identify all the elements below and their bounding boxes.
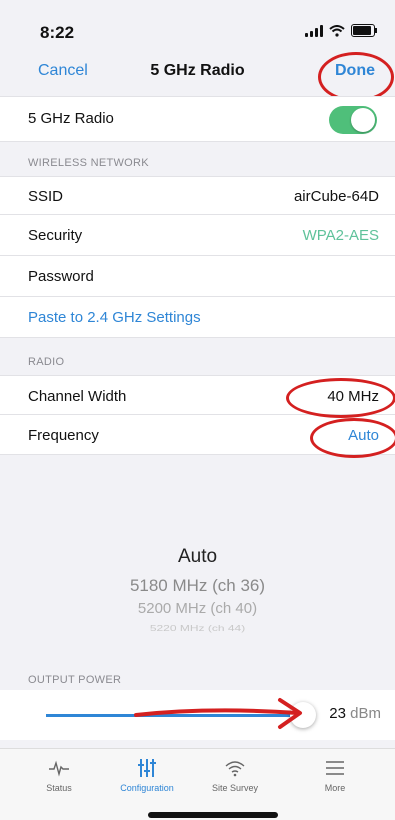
channel-width-label: Channel Width: [28, 388, 127, 405]
paste-settings-link[interactable]: Paste to 2.4 GHz Settings: [28, 309, 201, 326]
toggle-knob: [351, 108, 375, 132]
ssid-row[interactable]: SSID airCube-64D: [0, 176, 395, 215]
channel-width-row[interactable]: Channel Width 40 MHz: [0, 375, 395, 415]
wifi-status-icon: [329, 24, 345, 37]
done-button[interactable]: Done: [335, 62, 375, 80]
picker-option[interactable]: 5180 MHz (ch 36): [0, 576, 395, 596]
ssid-value: airCube-64D: [293, 188, 379, 205]
picker-option[interactable]: 5220 MHz (ch 44): [0, 623, 395, 633]
tab-label: Configuration: [120, 783, 174, 793]
annotation-arrow: [134, 698, 302, 729]
home-indicator: [148, 812, 278, 818]
tab-label: Site Survey: [211, 783, 259, 793]
paste-settings-row[interactable]: Paste to 2.4 GHz Settings: [0, 297, 395, 338]
security-label: Security: [28, 227, 83, 244]
output-power-unit: dBm: [350, 705, 381, 722]
frequency-row[interactable]: Frequency Auto: [0, 415, 395, 455]
tab-configuration[interactable]: Configuration: [102, 755, 192, 793]
frequency-label: Frequency: [28, 427, 99, 444]
tab-label: More: [324, 783, 346, 793]
status-time: 8:22: [40, 23, 75, 42]
cellular-signal-icon: [305, 24, 323, 37]
security-row[interactable]: Security WPA2-AES: [0, 215, 395, 256]
wireless-section-header: WIRELESS NETWORK: [28, 157, 149, 169]
output-power-value: 23: [329, 705, 346, 722]
password-row[interactable]: Password: [0, 256, 395, 297]
radio-toggle-label: 5 GHz Radio: [28, 110, 114, 127]
status-bar: 8:22: [0, 0, 395, 50]
output-power-header: OUTPUT POWER: [28, 674, 122, 686]
battery-icon: [351, 24, 377, 37]
tab-more[interactable]: More: [290, 755, 380, 793]
activity-icon: [49, 760, 69, 777]
menu-icon: [326, 761, 344, 775]
radio-toggle-row: 5 GHz Radio: [0, 96, 395, 142]
ssid-label: SSID: [28, 188, 64, 205]
tab-bar: Status Configuration Site Survey More: [0, 748, 395, 820]
frequency-value: Auto: [348, 427, 379, 444]
radio-section-header: RADIO: [28, 356, 65, 368]
radio-toggle-switch[interactable]: [329, 106, 377, 134]
wifi-icon: [225, 761, 245, 777]
frequency-picker[interactable]: Auto 5180 MHz (ch 36) 5200 MHz (ch 40) 5…: [0, 542, 395, 642]
tab-status[interactable]: Status: [14, 755, 104, 793]
picker-selected-option[interactable]: Auto: [0, 546, 395, 568]
password-label: Password: [28, 268, 94, 285]
picker-option[interactable]: 5200 MHz (ch 40): [0, 600, 395, 617]
tab-label: Status: [46, 783, 72, 793]
nav-bar: Cancel 5 GHz Radio Done: [0, 52, 395, 92]
sliders-icon: [138, 759, 156, 777]
security-value: WPA2-AES: [302, 227, 379, 244]
channel-width-value: 40 MHz: [327, 388, 379, 405]
tab-site-survey[interactable]: Site Survey: [190, 755, 280, 793]
